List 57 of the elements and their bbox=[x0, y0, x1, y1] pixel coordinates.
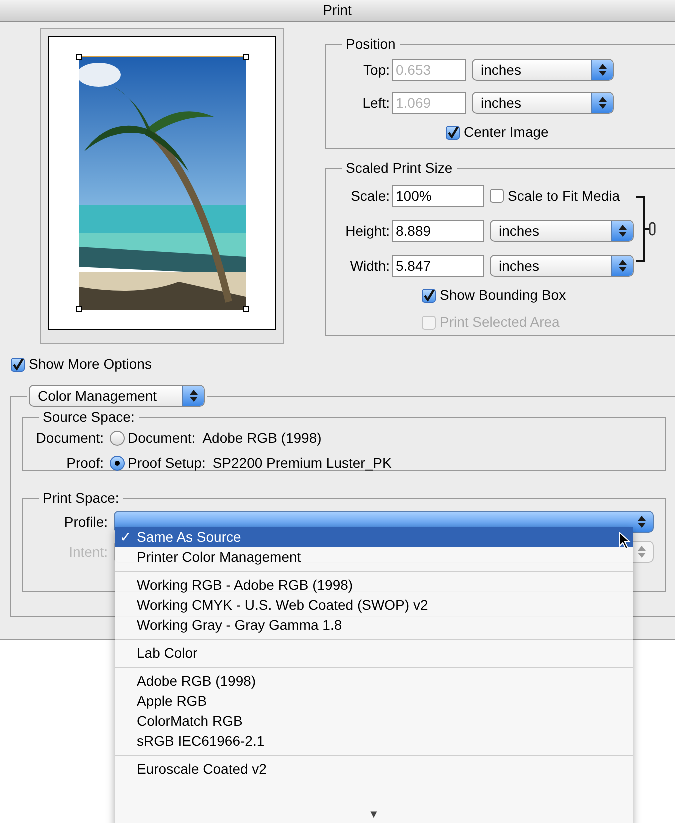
number-field[interactable]: 5.847 bbox=[392, 255, 484, 277]
menu-item[interactable]: Working Gray - Gray Gamma 1.8 bbox=[115, 615, 633, 635]
menu-item[interactable]: Adobe RGB (1998) bbox=[115, 671, 633, 691]
menu-item[interactable]: Apple RGB bbox=[115, 691, 633, 711]
field-label: Scale: bbox=[350, 186, 391, 206]
field-label: Document: bbox=[35, 429, 105, 448]
field-label: Profile: bbox=[63, 512, 109, 532]
field-label: Proof: bbox=[66, 454, 105, 473]
menu-item[interactable]: sRGB IEC61966-2.1 bbox=[115, 731, 633, 751]
checkbox-label: Scale to Fit Media bbox=[508, 186, 620, 206]
resize-handle[interactable] bbox=[242, 54, 248, 60]
up-down-arrows-icon bbox=[638, 546, 646, 558]
group-title: Print Space: bbox=[42, 489, 120, 508]
number-field[interactable]: 8.889 bbox=[392, 220, 484, 242]
up-down-arrows-icon bbox=[618, 260, 626, 272]
resize-handle[interactable] bbox=[76, 306, 82, 312]
field-label: Height: bbox=[344, 222, 391, 241]
radio-label: Proof Setup: bbox=[128, 454, 206, 473]
checkbox[interactable] bbox=[11, 358, 25, 372]
window-title: Print bbox=[323, 1, 352, 20]
group-title: Scaled Print Size bbox=[345, 159, 454, 178]
up-down-arrows-icon bbox=[598, 64, 606, 76]
unit-popup[interactable]: inches bbox=[490, 255, 634, 277]
unit-popup[interactable]: inches bbox=[490, 220, 634, 242]
up-down-arrows-icon bbox=[638, 516, 646, 528]
group-title: Source Space: bbox=[42, 408, 136, 427]
menu-item[interactable]: ColorMatch RGB bbox=[115, 711, 633, 731]
radio-button[interactable] bbox=[110, 431, 125, 446]
checkbox-label: Center Image bbox=[464, 123, 549, 142]
checkbox-label: Show Bounding Box bbox=[440, 286, 566, 305]
up-down-arrows-icon bbox=[190, 390, 198, 402]
menu-item[interactable]: Working RGB - Adobe RGB (1998) bbox=[115, 575, 633, 595]
up-down-arrows-icon bbox=[618, 225, 626, 237]
checkbox[interactable] bbox=[422, 288, 436, 302]
menu-item[interactable]: Lab Color bbox=[115, 643, 633, 663]
menu-item[interactable]: Working CMYK - U.S. Web Coated (SWOP) v2 bbox=[115, 595, 633, 615]
menu-item[interactable]: ✓ Same As Source bbox=[115, 527, 633, 547]
field-label: Left: bbox=[362, 94, 391, 112]
menu-item[interactable]: Euroscale Coated v2 bbox=[115, 759, 633, 779]
radio-label: Document: bbox=[128, 429, 196, 448]
menu-item[interactable]: Printer Color Management bbox=[115, 547, 633, 567]
section-popup[interactable]: Color Management bbox=[29, 385, 205, 407]
resize-handle[interactable] bbox=[76, 54, 82, 60]
scroll-arrow[interactable]: ▼ bbox=[368, 806, 380, 823]
link-bracket-icon bbox=[634, 196, 656, 262]
checkbox[interactable] bbox=[446, 126, 460, 140]
checkbox-label: Show More Options bbox=[29, 355, 152, 374]
profile-name: Adobe RGB (1998) bbox=[202, 429, 322, 448]
field-label: Width: bbox=[349, 256, 391, 276]
radio-button[interactable] bbox=[110, 456, 125, 471]
profile-name: SP2200 Premium Luster_PK bbox=[212, 454, 392, 473]
field-label: Top: bbox=[362, 60, 391, 80]
checkbox[interactable] bbox=[490, 189, 504, 203]
group-title: Position bbox=[345, 35, 397, 54]
scale-field[interactable]: 100% bbox=[392, 185, 484, 207]
up-down-arrows-icon bbox=[598, 97, 606, 109]
checkbox-label: Print Selected Area bbox=[440, 313, 560, 332]
